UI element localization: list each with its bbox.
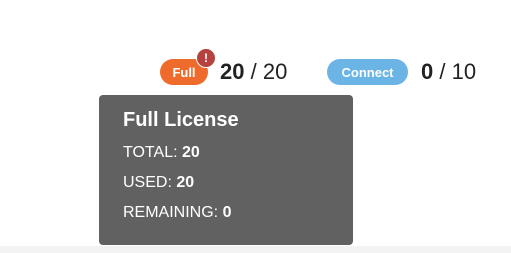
full-total-count: 20 <box>262 59 288 84</box>
connect-total-count: 10 <box>451 59 477 84</box>
count-separator: / <box>439 59 446 84</box>
connect-license-indicator: Connect 0 / 10 <box>327 58 476 86</box>
connect-license-badge[interactable]: Connect <box>327 59 408 85</box>
tooltip-used-row: USED: 20 <box>123 174 353 192</box>
count-separator: / <box>250 59 257 84</box>
full-license-label: Full <box>172 64 196 80</box>
full-license-badge[interactable]: Full ! <box>160 48 216 85</box>
tooltip-title: Full License <box>123 109 239 131</box>
tooltip-total-label: TOTAL: <box>123 144 178 161</box>
connect-used-count: 0 <box>421 59 434 84</box>
tooltip-total-value: 20 <box>181 144 200 161</box>
tooltip-remaining-label: REMAINING: <box>123 204 219 221</box>
bottom-divider <box>0 246 511 253</box>
connect-license-label: Connect <box>341 64 394 80</box>
full-license-indicator: Full ! 20 / 20 <box>160 48 287 86</box>
license-tooltip: Full License TOTAL: 20 USED: 20 REMAININ… <box>99 95 353 245</box>
tooltip-remaining-value: 0 <box>222 204 232 221</box>
tooltip-used-label: USED: <box>123 174 172 191</box>
full-license-count: 20 / 20 <box>220 59 287 85</box>
tooltip-total-row: TOTAL: 20 <box>123 144 353 162</box>
connect-license-count: 0 / 10 <box>421 59 476 85</box>
tooltip-remaining-row: REMAINING: 0 <box>123 204 353 222</box>
tooltip-used-value: 20 <box>176 174 195 191</box>
alert-icon: ! <box>196 48 216 68</box>
full-used-count: 20 <box>220 59 245 84</box>
license-panel: Full ! 20 / 20 Connect 0 / 10 Full Licen… <box>0 0 511 253</box>
